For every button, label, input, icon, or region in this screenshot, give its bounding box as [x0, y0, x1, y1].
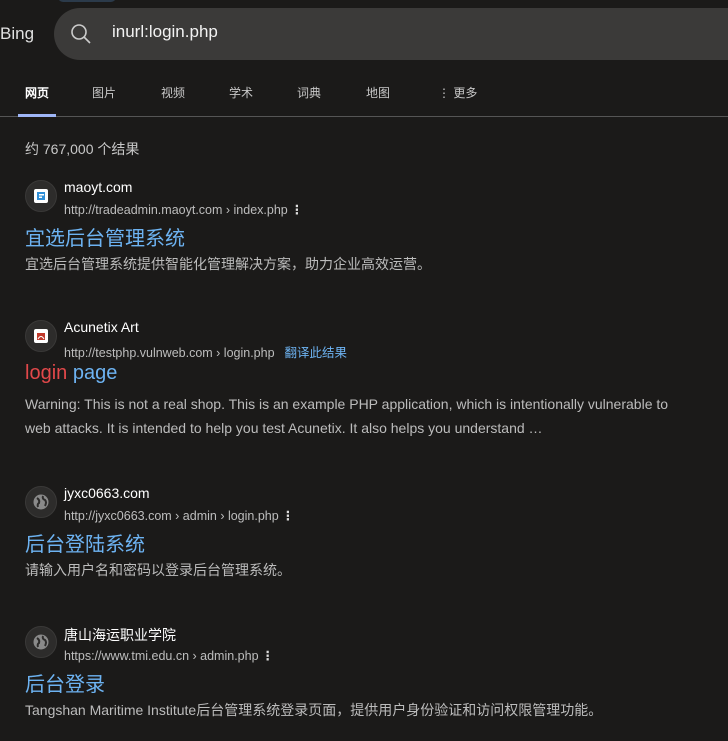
tab-fragment [58, 0, 116, 2]
result-count: 约 767,000 个结果 [25, 141, 140, 157]
translate-link[interactable]: 翻译此结果 [285, 346, 348, 360]
result-title[interactable]: 后台登陆系统 [25, 528, 145, 557]
tab-more[interactable]: ⋮ 更多 [438, 84, 477, 101]
more-dots-icon: ⋮ [438, 86, 450, 100]
result-snippet: 宜选后台管理系统提供智能化管理解决方案，助力企业高效运营。 [25, 256, 431, 272]
site-name[interactable]: Acunetix Art [64, 319, 139, 335]
tab-videos[interactable]: 视频 [161, 84, 185, 101]
result-url[interactable]: http://jyxc0663.com › admin › login.php [64, 509, 279, 523]
more-options-icon[interactable]: ⋮ [262, 649, 275, 663]
globe-icon[interactable] [25, 626, 57, 658]
category-tabs: 网页 图片 视频 学术 词典 地图 ⋮ 更多 [0, 82, 728, 117]
search-box[interactable] [54, 8, 728, 60]
tab-academic[interactable]: 学术 [229, 84, 253, 101]
tab-images[interactable]: 图片 [92, 84, 116, 101]
result-snippet: Warning: This is not a real shop. This i… [25, 396, 669, 436]
tab-dictionary[interactable]: 词典 [297, 84, 321, 101]
maoyt-icon[interactable] [25, 180, 57, 212]
result-title[interactable]: login page [25, 362, 117, 385]
result-title[interactable]: 宜选后台管理系统 [25, 222, 185, 251]
more-options-icon[interactable]: ⋮ [291, 203, 304, 217]
result-snippet: Tangshan Maritime Institute后台管理系统登录页面，提供… [25, 702, 603, 718]
acunetix-icon[interactable] [25, 320, 57, 352]
tab-maps[interactable]: 地图 [366, 84, 390, 101]
site-name[interactable]: maoyt.com [64, 179, 132, 195]
result-snippet: 请输入用户名和密码以登录后台管理系统。 [25, 562, 291, 578]
result-url[interactable]: http://testphp.vulnweb.com › login.php [64, 346, 275, 360]
site-name[interactable]: jyxc0663.com [64, 485, 150, 501]
result-title[interactable]: 后台登录 [25, 668, 105, 697]
globe-icon[interactable] [25, 486, 57, 518]
search-icon[interactable] [70, 23, 92, 45]
result-url[interactable]: https://www.tmi.edu.cn › admin.php [64, 649, 259, 663]
more-options-icon[interactable]: ⋮ [282, 509, 295, 523]
search-input[interactable] [110, 21, 614, 43]
site-name[interactable]: 唐山海运职业学院 [64, 625, 176, 645]
bing-logo[interactable]: Bing [0, 24, 34, 44]
result-url[interactable]: http://tradeadmin.maoyt.com › index.php [64, 203, 288, 217]
tab-web[interactable]: 网页 [17, 84, 57, 117]
